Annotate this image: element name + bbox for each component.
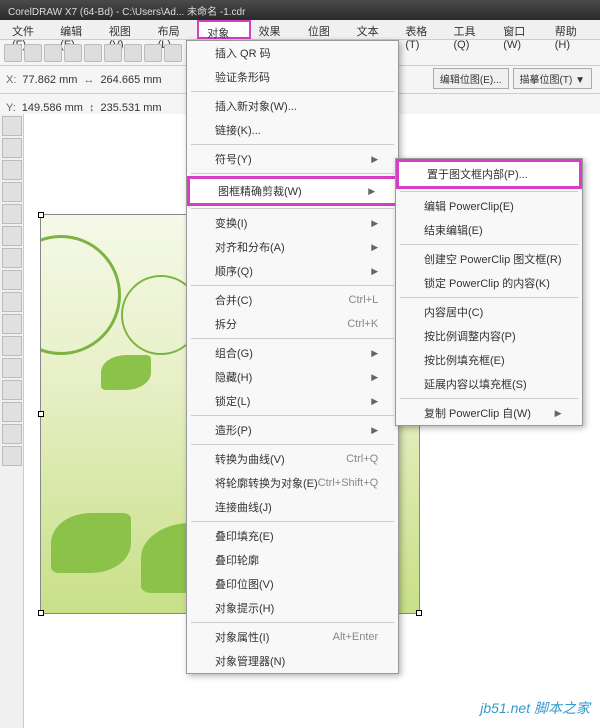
bitmap-buttons: 编辑位图(E)... 描摹位图(T) ▼ (433, 68, 592, 89)
menu-item[interactable]: 对象提示(H) (187, 596, 398, 620)
menu-item[interactable]: 符号(Y)▶ (187, 147, 398, 171)
menu-0[interactable]: 文件(F) (4, 20, 52, 39)
menu-7[interactable]: 文本(X) (349, 20, 398, 39)
menu-item: 锁定 PowerClip 的内容(K) (396, 271, 582, 295)
text-tool-icon[interactable] (2, 292, 22, 312)
h-icon: ↕ (89, 102, 95, 114)
ellipse-tool-icon[interactable] (2, 248, 22, 268)
menu-3[interactable]: 布局(L) (150, 20, 198, 39)
shape-tool-icon[interactable] (2, 138, 22, 158)
outline-tool-icon[interactable] (2, 446, 22, 466)
save-icon[interactable] (44, 44, 62, 62)
menu-item: 创建空 PowerClip 图文框(R) (396, 247, 582, 271)
menu-item[interactable]: 置于图文框内部(P)... (396, 159, 582, 189)
polygon-tool-icon[interactable] (2, 270, 22, 290)
trace-bitmap-button[interactable]: 描摹位图(T) ▼ (513, 68, 592, 89)
menu-item: 叠印填充(E) (187, 524, 398, 548)
watermark: jb51.net 脚本之家 (480, 698, 590, 718)
menu-item[interactable]: 组合(G)▶ (187, 341, 398, 365)
menu-10[interactable]: 窗口(W) (495, 20, 546, 39)
menu-item: 叠印轮廓 (187, 548, 398, 572)
menu-item[interactable]: 锁定(L)▶ (187, 389, 398, 413)
menu-9[interactable]: 工具(Q) (445, 20, 495, 39)
x-value[interactable]: 77.862 mm (22, 74, 77, 86)
menu-item: 编辑 PowerClip(E) (396, 194, 582, 218)
w-icon: ↔ (83, 74, 94, 86)
menu-item[interactable]: 顺序(Q)▶ (187, 259, 398, 283)
menu-5[interactable]: 效果(C) (251, 20, 300, 39)
eyedropper-tool-icon[interactable] (2, 402, 22, 422)
menu-item[interactable]: 验证条形码 (187, 65, 398, 89)
cut-icon[interactable] (84, 44, 102, 62)
h-value[interactable]: 235.531 mm (100, 102, 161, 114)
rectangle-tool-icon[interactable] (2, 226, 22, 246)
menu-item[interactable]: 对象属性(I)Alt+Enter (187, 625, 398, 649)
menu-item[interactable]: 隐藏(H)▶ (187, 365, 398, 389)
selection-handle[interactable] (416, 610, 422, 616)
freehand-tool-icon[interactable] (2, 204, 22, 224)
menu-item: 结束编辑(E) (396, 218, 582, 242)
menu-2[interactable]: 视图(V) (101, 20, 150, 39)
connector-tool-icon[interactable] (2, 358, 22, 378)
effects-tool-icon[interactable] (2, 380, 22, 400)
menu-item: 内容居中(C) (396, 300, 582, 324)
open-icon[interactable] (24, 44, 42, 62)
selection-handle[interactable] (38, 411, 44, 417)
menu-item: 按比例填充框(E) (396, 348, 582, 372)
toolbox (0, 114, 24, 728)
menu-item: 转换为曲线(V)Ctrl+Q (187, 447, 398, 471)
y-value[interactable]: 149.586 mm (22, 102, 83, 114)
menu-item: 将轮廓转换为对象(E)Ctrl+Shift+Q (187, 471, 398, 495)
paste-icon[interactable] (124, 44, 142, 62)
menu-bar: 文件(F)编辑(E)视图(V)布局(L)对象(C)效果(C)位图(B)文本(X)… (0, 20, 600, 40)
menu-11[interactable]: 帮助(H) (547, 20, 596, 39)
menu-4[interactable]: 对象(C) (197, 20, 250, 39)
selection-handle[interactable] (38, 212, 44, 218)
undo-icon[interactable] (144, 44, 162, 62)
zoom-tool-icon[interactable] (2, 182, 22, 202)
edit-bitmap-button[interactable]: 编辑位图(E)... (433, 68, 509, 89)
menu-item[interactable]: 图框精确剪裁(W)▶ (187, 176, 398, 206)
menu-item[interactable]: 链接(K)... (187, 118, 398, 142)
menu-item: 合并(C)Ctrl+L (187, 288, 398, 312)
menu-item[interactable]: 对象管理器(N) (187, 649, 398, 673)
menu-item[interactable]: 插入新对象(W)... (187, 94, 398, 118)
menu-8[interactable]: 表格(T) (397, 20, 445, 39)
crop-tool-icon[interactable] (2, 160, 22, 180)
new-icon[interactable] (4, 44, 22, 62)
menu-item[interactable]: 插入 QR 码 (187, 41, 398, 65)
copy-icon[interactable] (104, 44, 122, 62)
menu-item[interactable]: 连接曲线(J) (187, 495, 398, 519)
menu-item: 按比例调整内容(P) (396, 324, 582, 348)
print-icon[interactable] (64, 44, 82, 62)
object-menu: 插入 QR 码验证条形码插入新对象(W)...链接(K)... 符号(Y)▶ 图框精… (186, 40, 399, 674)
menu-item[interactable]: 造形(P)▶ (187, 418, 398, 442)
menu-1[interactable]: 编辑(E) (52, 20, 101, 39)
selection-handle[interactable] (38, 610, 44, 616)
menu-item: 延展内容以填充框(S) (396, 372, 582, 396)
menu-item: 拆分Ctrl+K (187, 312, 398, 336)
menu-6[interactable]: 位图(B) (300, 20, 349, 39)
pick-tool-icon[interactable] (2, 116, 22, 136)
menu-item: 复制 PowerClip 自(W)▶ (396, 401, 582, 425)
w-value[interactable]: 264.665 mm (100, 74, 161, 86)
menu-item[interactable]: 叠印位图(V) (187, 572, 398, 596)
powerclip-submenu: 置于图文框内部(P)... 编辑 PowerClip(E)结束编辑(E) 创建空 P… (395, 158, 583, 426)
dimension-tool-icon[interactable] (2, 336, 22, 356)
menu-item[interactable]: 对齐和分布(A)▶ (187, 235, 398, 259)
x-label: X: (6, 74, 16, 86)
table-tool-icon[interactable] (2, 314, 22, 334)
fill-tool-icon[interactable] (2, 424, 22, 444)
menu-item[interactable]: 变换(I)▶ (187, 211, 398, 235)
y-label: Y: (6, 102, 16, 114)
redo-icon[interactable] (164, 44, 182, 62)
title-bar: CorelDRAW X7 (64-Bd) - C:\Users\Ad... 未命… (0, 0, 600, 20)
